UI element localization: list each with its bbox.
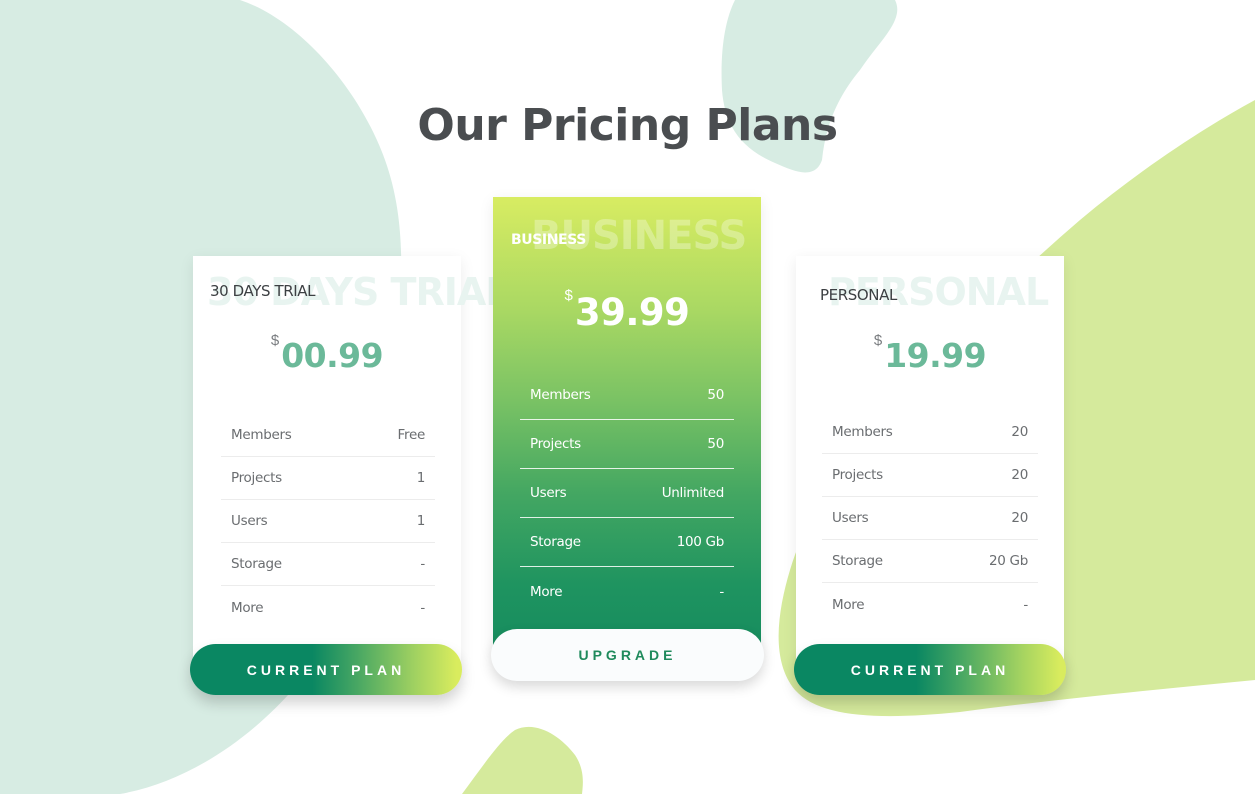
feature-value: 20 [1011,424,1028,440]
feature-list: Members Free Projects 1 Users 1 Storage - Mo… [221,414,435,629]
plan-name: 30 DAYS TRIAL [210,282,316,300]
plan-price: $00.99 [193,330,461,375]
feature-row: Projects 50 [520,420,734,469]
currency-symbol: $ [270,332,280,349]
feature-value: 50 [707,387,724,403]
plan-name: BUSINESS [511,232,586,248]
currency-symbol: $ [564,287,573,304]
feature-label: More [530,583,563,600]
feature-value: 100 Gb [676,534,725,550]
feature-value: 20 [1011,467,1028,483]
feature-row: Users 20 [822,497,1038,540]
feature-row: Users Unlimited [520,469,734,518]
feature-value: 1 [416,513,426,529]
feature-row: More - [520,567,734,616]
price-amount: 00.99 [281,336,384,375]
feature-label: Projects [231,470,282,486]
feature-list: Members 50 Projects 50 Users Unlimited Stor… [520,371,734,616]
pricing-card-business: BUSINESS BUSINESS $39.99 Members 50 Proje… [493,197,761,652]
feature-label: Members [231,427,292,443]
feature-value: 1 [416,470,426,486]
feature-value: Unlimited [661,485,725,501]
feature-row: Projects 20 [822,454,1038,497]
feature-row: Storage 100 Gb [520,518,734,567]
title-initial: O [417,100,455,151]
feature-row: Members 20 [822,411,1038,454]
feature-value: Free [397,427,426,443]
plan-name: PERSONAL [820,286,897,304]
feature-value: - [719,583,724,600]
feature-row: Users 1 [221,500,435,543]
currency-symbol: $ [873,332,883,349]
title-word: ricing [552,100,706,151]
trial-current-plan-button[interactable]: CURRENT PLAN [190,644,462,695]
title-word: lans [737,100,838,151]
feature-row: Members 50 [520,371,734,420]
feature-row: More - [822,583,1038,626]
feature-label: Users [832,510,869,526]
plan-price: $19.99 [796,330,1064,375]
feature-value: 20 [1011,510,1028,526]
feature-row: Storage - [221,543,435,586]
feature-list: Members 20 Projects 20 Users 20 Storage 20 G… [822,411,1038,626]
title-initial: P [521,100,553,151]
feature-row: Projects 1 [221,457,435,500]
price-amount: 19.99 [884,336,987,375]
price-amount: 39.99 [574,291,690,334]
feature-label: Users [530,485,567,501]
feature-row: Storage 20 Gb [822,540,1038,583]
feature-row: More - [221,586,435,629]
business-upgrade-button[interactable]: UPGRADE [491,629,764,681]
personal-current-plan-button[interactable]: CURRENT PLAN [794,644,1066,695]
plan-price: $39.99 [493,285,761,334]
feature-value: - [420,556,425,572]
pricing-card-personal: PERSONAL PERSONAL $19.99 Members 20 Proje… [796,256,1064,666]
feature-row: Members Free [221,414,435,457]
feature-label: Storage [231,556,282,572]
pricing-card-trial: 30 DAYS TRIAL 30 DAYS TRIAL $00.99 Membe… [193,256,509,666]
feature-value: - [1023,596,1028,613]
lime-blob-bottom [462,726,583,794]
title-initial: P [705,100,738,151]
title-word: ur [454,100,522,151]
feature-label: Members [832,424,893,440]
feature-label: Projects [832,467,883,483]
feature-label: More [231,599,264,616]
page-title: Our Pricing Plans [0,100,1255,151]
feature-value: 50 [707,436,724,452]
feature-label: Users [231,513,268,529]
feature-value: 20 Gb [988,553,1028,569]
feature-label: Projects [530,436,581,452]
feature-value: - [420,599,425,616]
feature-label: Storage [832,553,883,569]
feature-label: Members [530,387,591,403]
feature-label: More [832,596,865,613]
feature-label: Storage [530,534,581,550]
